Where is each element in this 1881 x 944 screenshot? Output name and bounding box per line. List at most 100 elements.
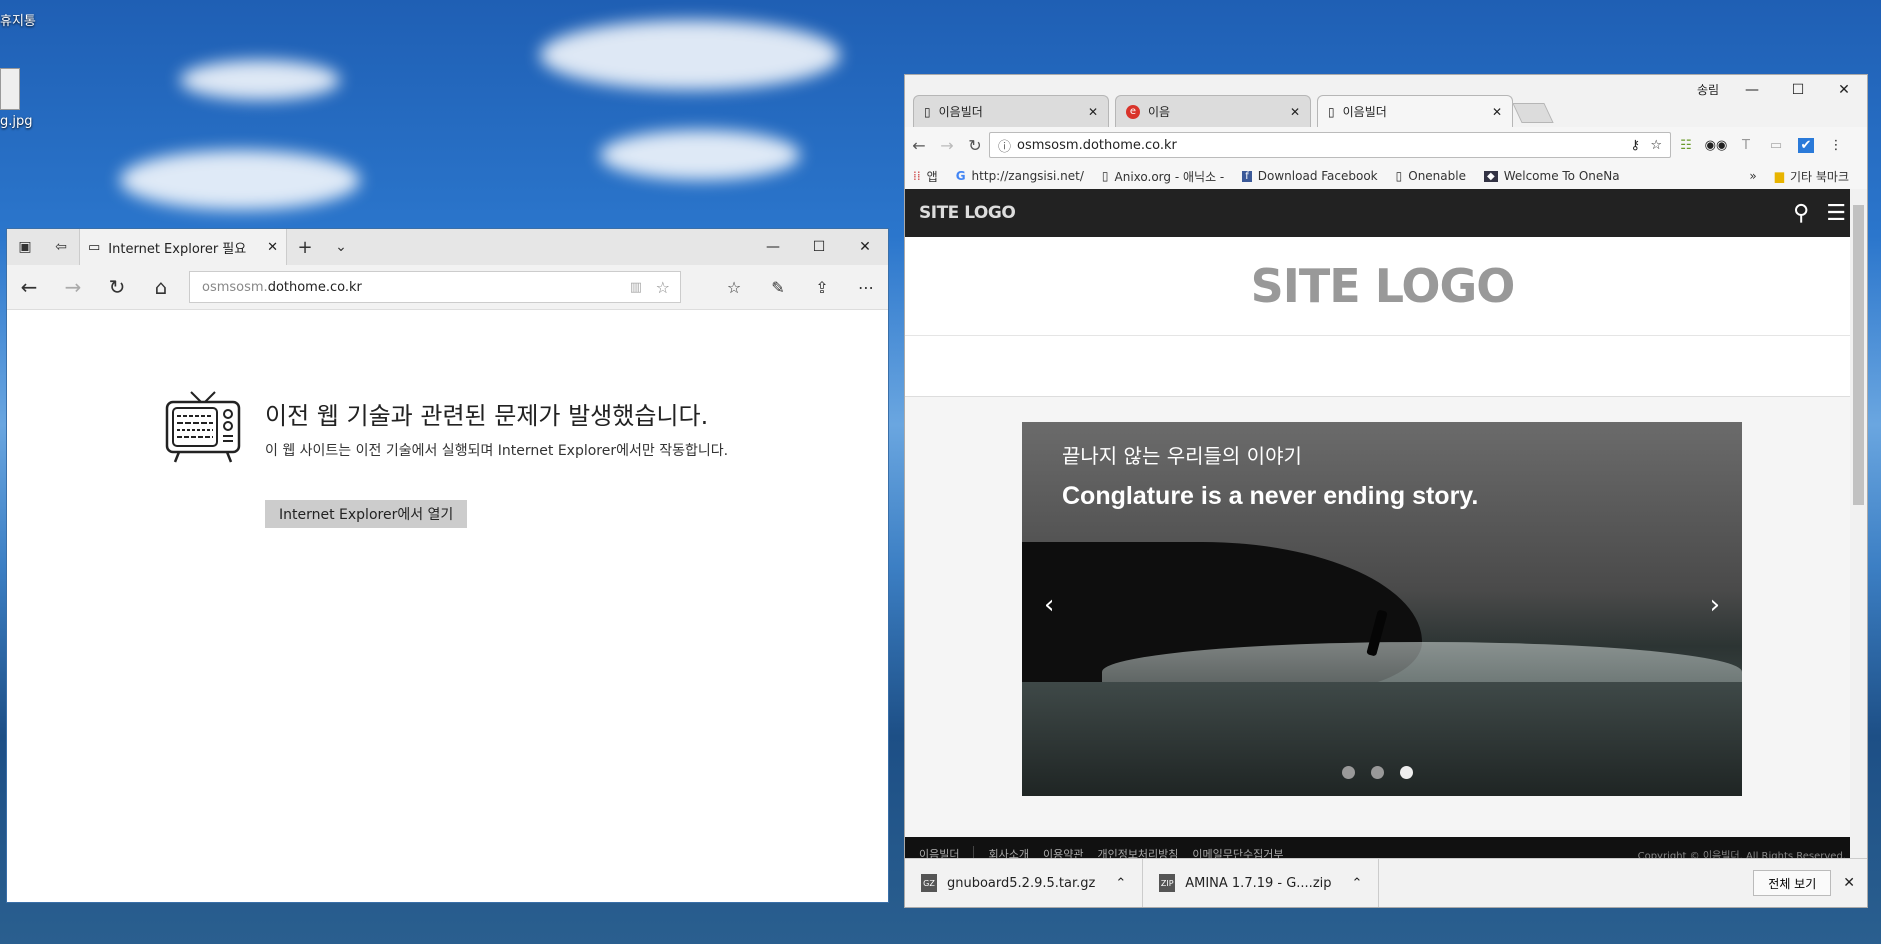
folder-icon: ▆ bbox=[1774, 169, 1784, 183]
page-icon: ▯ bbox=[924, 104, 931, 119]
hero-slider[interactable]: 끝나지 않는 우리들의 이야기 Conglature is a never en… bbox=[1022, 422, 1742, 796]
back-icon[interactable]: ← bbox=[905, 130, 933, 160]
extension-ladder-icon[interactable]: ☷ bbox=[1671, 130, 1701, 160]
site-main-logo[interactable]: SITE LOGO bbox=[905, 237, 1860, 336]
close-button[interactable]: ✕ bbox=[842, 229, 888, 265]
web-note-icon[interactable]: ✎ bbox=[756, 265, 800, 309]
new-tab-button[interactable] bbox=[1512, 103, 1554, 123]
minimize-button[interactable]: — bbox=[750, 229, 796, 265]
close-tab-icon[interactable]: ✕ bbox=[267, 240, 278, 255]
slider-dot-active[interactable] bbox=[1400, 766, 1413, 779]
more-icon[interactable]: ⋯ bbox=[844, 265, 888, 309]
open-in-ie-button[interactable]: Internet Explorer에서 열기 bbox=[265, 500, 468, 528]
bookmark-item[interactable]: f Download Facebook bbox=[1242, 169, 1378, 183]
bookmark-item[interactable]: ▯ Onenable bbox=[1396, 169, 1466, 183]
chevron-down-icon[interactable]: ⌄ bbox=[323, 229, 359, 265]
maximize-button[interactable]: ☐ bbox=[1775, 75, 1821, 105]
chrome-tab-label: 이음 bbox=[1148, 105, 1171, 119]
hamburger-menu-icon[interactable]: ☰ bbox=[1826, 201, 1846, 226]
download-filename: AMINA 1.7.19 - G....zip bbox=[1185, 875, 1332, 891]
maximize-button[interactable]: ☐ bbox=[796, 229, 842, 265]
chrome-tab[interactable]: e 이음 ✕ bbox=[1115, 95, 1311, 127]
web-page: SITE LOGO ⚲ ☰ SITE LOGO 끝나지 않는 우리들의 이야기 … bbox=[905, 189, 1860, 865]
show-all-downloads-button[interactable]: 전체 보기 bbox=[1753, 870, 1832, 896]
page-icon: ▯ bbox=[1395, 169, 1403, 183]
reload-icon[interactable]: ↻ bbox=[961, 130, 989, 160]
chevron-up-icon[interactable]: ⌃ bbox=[1352, 876, 1363, 891]
error-title: 이전 웹 기술과 관련된 문제가 발생했습니다. bbox=[265, 402, 709, 430]
minimize-button[interactable]: — bbox=[1729, 75, 1775, 105]
edge-tab[interactable]: ▭ Internet Explorer 필요 ✕ bbox=[79, 229, 287, 265]
close-button[interactable]: ✕ bbox=[1821, 75, 1867, 105]
slide-subtitle: 끝나지 않는 우리들의 이야기 bbox=[1062, 444, 1302, 468]
slide-title: Conglature is a never ending story. bbox=[1062, 482, 1479, 510]
error-description: 이 웹 사이트는 이전 기술에서 실행되며 Internet Explorer에… bbox=[265, 443, 729, 459]
home-icon[interactable]: ⌂ bbox=[139, 265, 183, 309]
profile-name[interactable]: 송림 bbox=[1697, 81, 1719, 98]
address-bar[interactable]: osmsosm. dothome.co.kr ▥ ☆ bbox=[189, 271, 681, 303]
download-shelf: GZ gnuboard5.2.9.5.tar.gz ⌃ ZIP AMINA 1.… bbox=[905, 858, 1867, 907]
desktop-icon-image-file[interactable]: g.jpg bbox=[0, 68, 33, 129]
tab-preview-icon[interactable]: ▣ bbox=[7, 229, 43, 265]
search-icon[interactable]: ⚲ bbox=[1793, 201, 1809, 226]
slider-dot[interactable] bbox=[1342, 766, 1355, 779]
desktop-icon-label: 휴지통 bbox=[0, 14, 36, 29]
nav-logo[interactable]: SITE LOGO bbox=[919, 203, 1016, 223]
back-icon[interactable]: ← bbox=[7, 265, 51, 309]
page-icon: ▯ bbox=[1328, 104, 1335, 119]
bookmark-label: http://zangsisi.net/ bbox=[971, 169, 1084, 183]
slider-prev-icon[interactable]: ‹ bbox=[1044, 590, 1054, 620]
refresh-icon[interactable]: ↻ bbox=[95, 265, 139, 309]
bookmark-item[interactable]: Ghttp://zangsisi.net/ bbox=[956, 169, 1084, 183]
bookmark-item[interactable]: ◆ Welcome To OneNa bbox=[1483, 169, 1620, 183]
extension-glasses-icon[interactable]: ◉◉ bbox=[1701, 130, 1731, 160]
page-icon: ▯ bbox=[1101, 169, 1109, 183]
desktop-icon-recycle-bin[interactable]: 휴지통 bbox=[0, 10, 36, 29]
e-favicon-icon: e bbox=[1126, 104, 1140, 119]
desktop-icon-label: g.jpg bbox=[0, 114, 33, 129]
chrome-tab-active[interactable]: ▯ 이음빌더 ✕ bbox=[1317, 95, 1513, 127]
new-tab-icon[interactable]: + bbox=[287, 229, 323, 265]
chevron-up-icon[interactable]: ⌃ bbox=[1115, 876, 1126, 891]
slider-dot[interactable] bbox=[1371, 766, 1384, 779]
bookmark-label: Welcome To OneNa bbox=[1503, 169, 1620, 183]
address-host: dothome.co.kr bbox=[267, 279, 362, 295]
extension-cast-icon[interactable]: ▭ bbox=[1761, 130, 1791, 160]
menu-icon[interactable]: ⋮ bbox=[1821, 130, 1851, 160]
bookmark-label: Onenable bbox=[1408, 169, 1466, 183]
key-icon[interactable]: ⚷ bbox=[1630, 138, 1640, 153]
set-aside-tabs-icon[interactable]: ⇦ bbox=[43, 229, 79, 265]
slider-next-icon[interactable]: › bbox=[1710, 590, 1720, 620]
scrollbar-thumb[interactable] bbox=[1853, 205, 1864, 505]
nav-actions: ⚲ ☰ bbox=[1793, 201, 1846, 226]
close-tab-icon[interactable]: ✕ bbox=[1088, 105, 1098, 119]
bookmark-item[interactable]: ▯ Anixo.org - 애닉소 - bbox=[1102, 168, 1224, 185]
chrome-tab[interactable]: ▯ 이음빌더 ✕ bbox=[913, 95, 1109, 127]
download-item[interactable]: GZ gnuboard5.2.9.5.tar.gz ⌃ bbox=[905, 859, 1144, 907]
bookmark-star-icon[interactable]: ☆ bbox=[1650, 138, 1662, 153]
bookmark-apps[interactable]: ⁞⁞ 앱 bbox=[913, 168, 938, 185]
bookmarks-overflow-icon[interactable]: » bbox=[1749, 169, 1756, 183]
close-download-shelf-icon[interactable]: ✕ bbox=[1843, 875, 1855, 891]
chrome-tabstrip: ▯ 이음빌더 ✕ e 이음 ✕ ▯ 이음빌더 ✕ 송림 — ☐ ✕ bbox=[905, 75, 1867, 127]
other-bookmarks[interactable]: ▆ 기타 북마크 bbox=[1775, 168, 1849, 185]
slider-dots bbox=[1342, 766, 1413, 779]
apps-grid-icon: ⁞⁞ bbox=[913, 169, 921, 183]
google-icon: G bbox=[955, 169, 966, 183]
page-scrollbar[interactable] bbox=[1850, 189, 1867, 865]
archive-icon: GZ bbox=[921, 874, 937, 892]
forward-icon[interactable]: → bbox=[933, 130, 961, 160]
favorites-hub-icon[interactable]: ☆ bbox=[712, 265, 756, 309]
close-tab-icon[interactable]: ✕ bbox=[1492, 105, 1502, 119]
extension-t-icon[interactable]: T bbox=[1731, 130, 1761, 160]
url-text: osmsosm.dothome.co.kr bbox=[1017, 137, 1177, 153]
share-icon[interactable]: ⇪ bbox=[800, 265, 844, 309]
forward-icon[interactable]: → bbox=[51, 265, 95, 309]
favorite-star-icon[interactable]: ☆ bbox=[656, 278, 670, 297]
download-item[interactable]: ZIP AMINA 1.7.19 - G....zip ⌃ bbox=[1143, 859, 1380, 907]
url-bar[interactable]: ⓘ osmsosm.dothome.co.kr ⚷ ☆ bbox=[989, 132, 1671, 158]
reading-view-icon[interactable]: ▥ bbox=[630, 280, 642, 295]
extension-check-icon[interactable]: ✔ bbox=[1791, 130, 1821, 160]
info-icon: ⓘ bbox=[998, 139, 1012, 155]
close-tab-icon[interactable]: ✕ bbox=[1290, 105, 1300, 119]
